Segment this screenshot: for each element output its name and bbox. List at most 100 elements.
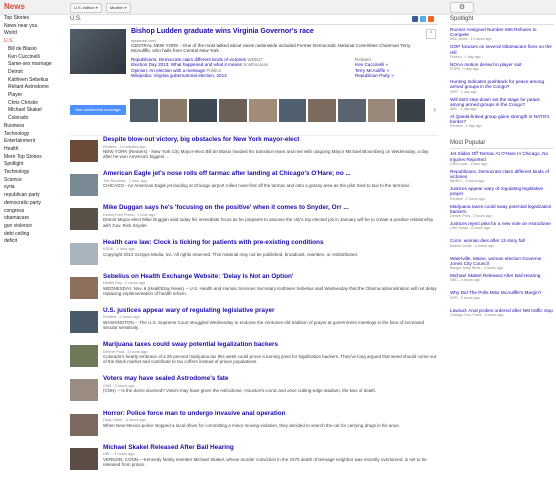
lead-story-title[interactable]: Bishop Ludden graduate wins Virginia Gov… (131, 28, 314, 35)
nav-item[interactable]: Chris Christie (0, 100, 66, 108)
news-logo[interactable]: News (4, 2, 25, 11)
wikipedia-link[interactable]: Wikipedia: Virginia gubernatorial electi… (131, 73, 227, 78)
story-thumbnail[interactable] (70, 379, 98, 402)
related-link[interactable]: Election Day 2013: What happened and wha… (131, 62, 242, 67)
nav-item[interactable]: congress (0, 208, 66, 216)
story-title[interactable]: Voters may have sealed Astrodome's fate (103, 375, 228, 382)
strip-image[interactable] (308, 99, 336, 122)
nav-item[interactable]: Science (0, 177, 66, 185)
story-title[interactable]: American Eagle jet's nose rolls off tarm… (103, 170, 351, 177)
collapse-icon[interactable]: ^ (426, 29, 436, 39)
nav-item[interactable]: Top Stories (0, 15, 66, 23)
related-source: Smithsonian (243, 62, 269, 68)
nav-item[interactable]: Ken Cuccinelli (0, 54, 66, 62)
lead-story-image[interactable] (70, 29, 126, 74)
strip-image[interactable] (337, 99, 366, 122)
chevron-down-icon: ▾ (124, 5, 127, 10)
edition-label: U.S. edition (74, 5, 95, 10)
popular-source: WDBJ7 - 2 hours ago (450, 179, 485, 184)
multimedia-button[interactable]: See multimedia coverage (70, 105, 126, 115)
strip-image[interactable] (278, 99, 307, 122)
nav-item[interactable]: obamacare (0, 215, 66, 223)
nav-item[interactable]: Technology (0, 169, 66, 177)
story-item: Health care law: Clock is ticking for pa… (70, 239, 438, 273)
nav-item[interactable]: syria (0, 184, 66, 192)
popular-link[interactable]: Jet Slides Off Tarmac At O'Hare In Chica… (450, 151, 554, 161)
popular-link[interactable]: Waterville, Maine, woman election Govern… (450, 256, 554, 266)
nav-item[interactable]: Health (0, 146, 66, 154)
story-thumbnail[interactable] (70, 413, 98, 436)
story-snippet: NEW YORK (Reuters) - New York City Mayor… (103, 149, 429, 160)
spotlight-link[interactable]: Runner Assigned Number 666 Refuses to Co… (450, 27, 554, 37)
nav-item[interactable]: democratic party (0, 200, 66, 208)
nav-item[interactable]: More Top Stories (0, 154, 66, 162)
story-title[interactable]: U.S. justices appear wary of regulating … (103, 307, 275, 314)
strip-image[interactable] (367, 99, 396, 122)
related-link[interactable]: Republicans, Democrats claim different k… (131, 57, 246, 62)
popular-link[interactable]: Republicans, Democrats claim different k… (450, 169, 554, 179)
facebook-icon[interactable] (412, 16, 418, 22)
popular-source: NPR - 5 hours ago (450, 295, 480, 300)
strip-image[interactable] (130, 99, 158, 122)
story-thumbnail[interactable] (70, 447, 98, 470)
twitter-icon[interactable] (420, 16, 426, 22)
story-thumbnail[interactable] (70, 208, 98, 231)
nav-item[interactable]: Business (0, 123, 66, 131)
nav-item[interactable]: deficit (0, 238, 66, 246)
story-item: American Eagle jet's nose rolls off tarm… (70, 170, 438, 204)
nav-item[interactable]: Reliant Astrodome (0, 84, 66, 92)
spotlight-link[interactable]: Al Qaeda-linked group gains strength in … (450, 114, 554, 124)
popular-item: Jet Slides Off Tarmac At O'Hare In Chica… (450, 151, 554, 168)
gear-icon[interactable]: ⚙ (450, 2, 474, 13)
story-title[interactable]: Mike Duggan says he's 'focusing on the p… (103, 204, 349, 211)
strip-image[interactable] (248, 99, 277, 122)
edition-dropdown[interactable]: U.S. edition▾ (70, 3, 102, 13)
story-thumbnail[interactable] (70, 310, 98, 333)
story-title[interactable]: Sebelius on Health Exchange Website: 'De… (103, 273, 293, 280)
nav-item[interactable]: News near you (0, 23, 66, 31)
spotlight-source: NPR - 1 day ago (450, 89, 477, 94)
spotlight-link[interactable]: Hunting Indicates pushback for peace amo… (450, 79, 554, 89)
nav-item[interactable]: Colorado (0, 115, 66, 123)
nav-item[interactable]: debt ceiling (0, 231, 66, 239)
popular-link[interactable]: Marijuana taxes could sway potential leg… (450, 204, 554, 214)
strip-image[interactable] (219, 99, 247, 122)
nav-item[interactable]: Same-sex marriage (0, 61, 66, 69)
nav-item[interactable]: Bill de Blasio (0, 46, 66, 54)
opinion-link[interactable]: Opinion: An election with a message (131, 68, 205, 73)
nav-item[interactable]: Michael Skakel (0, 107, 66, 115)
story-thumbnail[interactable] (70, 276, 98, 299)
story-thumbnail[interactable] (70, 345, 98, 368)
strip-image[interactable] (397, 99, 426, 122)
nav-item[interactable]: Detroit (0, 69, 66, 77)
nav-item[interactable]: republican party (0, 192, 66, 200)
spotlight-link[interactable]: GOP focuses on several Obamacare fixes o… (450, 44, 554, 54)
nav-item[interactable]: World (0, 30, 66, 38)
story-thumbnail[interactable] (70, 140, 98, 162)
popular-link[interactable]: Justices appear wary of regulating legis… (450, 186, 554, 196)
popular-source: Bangor Daily News - 4 hours ago (450, 266, 503, 271)
story-title[interactable]: Marijuana taxes could sway potential leg… (103, 341, 278, 348)
spotlight-link[interactable]: Will M23 step-down set the stage for pea… (450, 97, 554, 107)
strip-image[interactable] (189, 99, 218, 122)
view-dropdown[interactable]: Modern▾ (106, 3, 131, 13)
story-title[interactable]: Michael Skakel Released After Bail Heari… (103, 444, 234, 451)
nav-item[interactable]: Entertainment (0, 138, 66, 146)
story-title[interactable]: Horror: Police force man to undergo inva… (103, 410, 286, 417)
strip-image[interactable] (159, 99, 188, 122)
popular-link[interactable]: Why Did The Polls Miss McAuliffe's Margi… (450, 290, 554, 295)
chevron-right-icon[interactable]: › (433, 105, 436, 114)
spotlight-item: GOP focuses on several Obamacare fixes o… (450, 44, 554, 61)
nav-item[interactable]: Kathleen Sebelius (0, 77, 66, 85)
nav-item[interactable]: Spotlight (0, 161, 66, 169)
nav-item[interactable]: Technology (0, 131, 66, 139)
story-thumbnail[interactable] (70, 242, 98, 265)
nav-item[interactable]: U.S. (0, 38, 66, 46)
nav-item[interactable]: Player (0, 92, 66, 100)
story-title[interactable]: Health care law: Clock is ticking for pa… (103, 239, 324, 246)
story-thumbnail[interactable] (70, 174, 98, 197)
side-link[interactable]: Republican Party » (355, 73, 425, 78)
rss-icon[interactable] (428, 16, 434, 22)
nav-item[interactable]: gun violence (0, 223, 66, 231)
story-title[interactable]: Despite blow-out victory, big obstacles … (103, 136, 299, 143)
